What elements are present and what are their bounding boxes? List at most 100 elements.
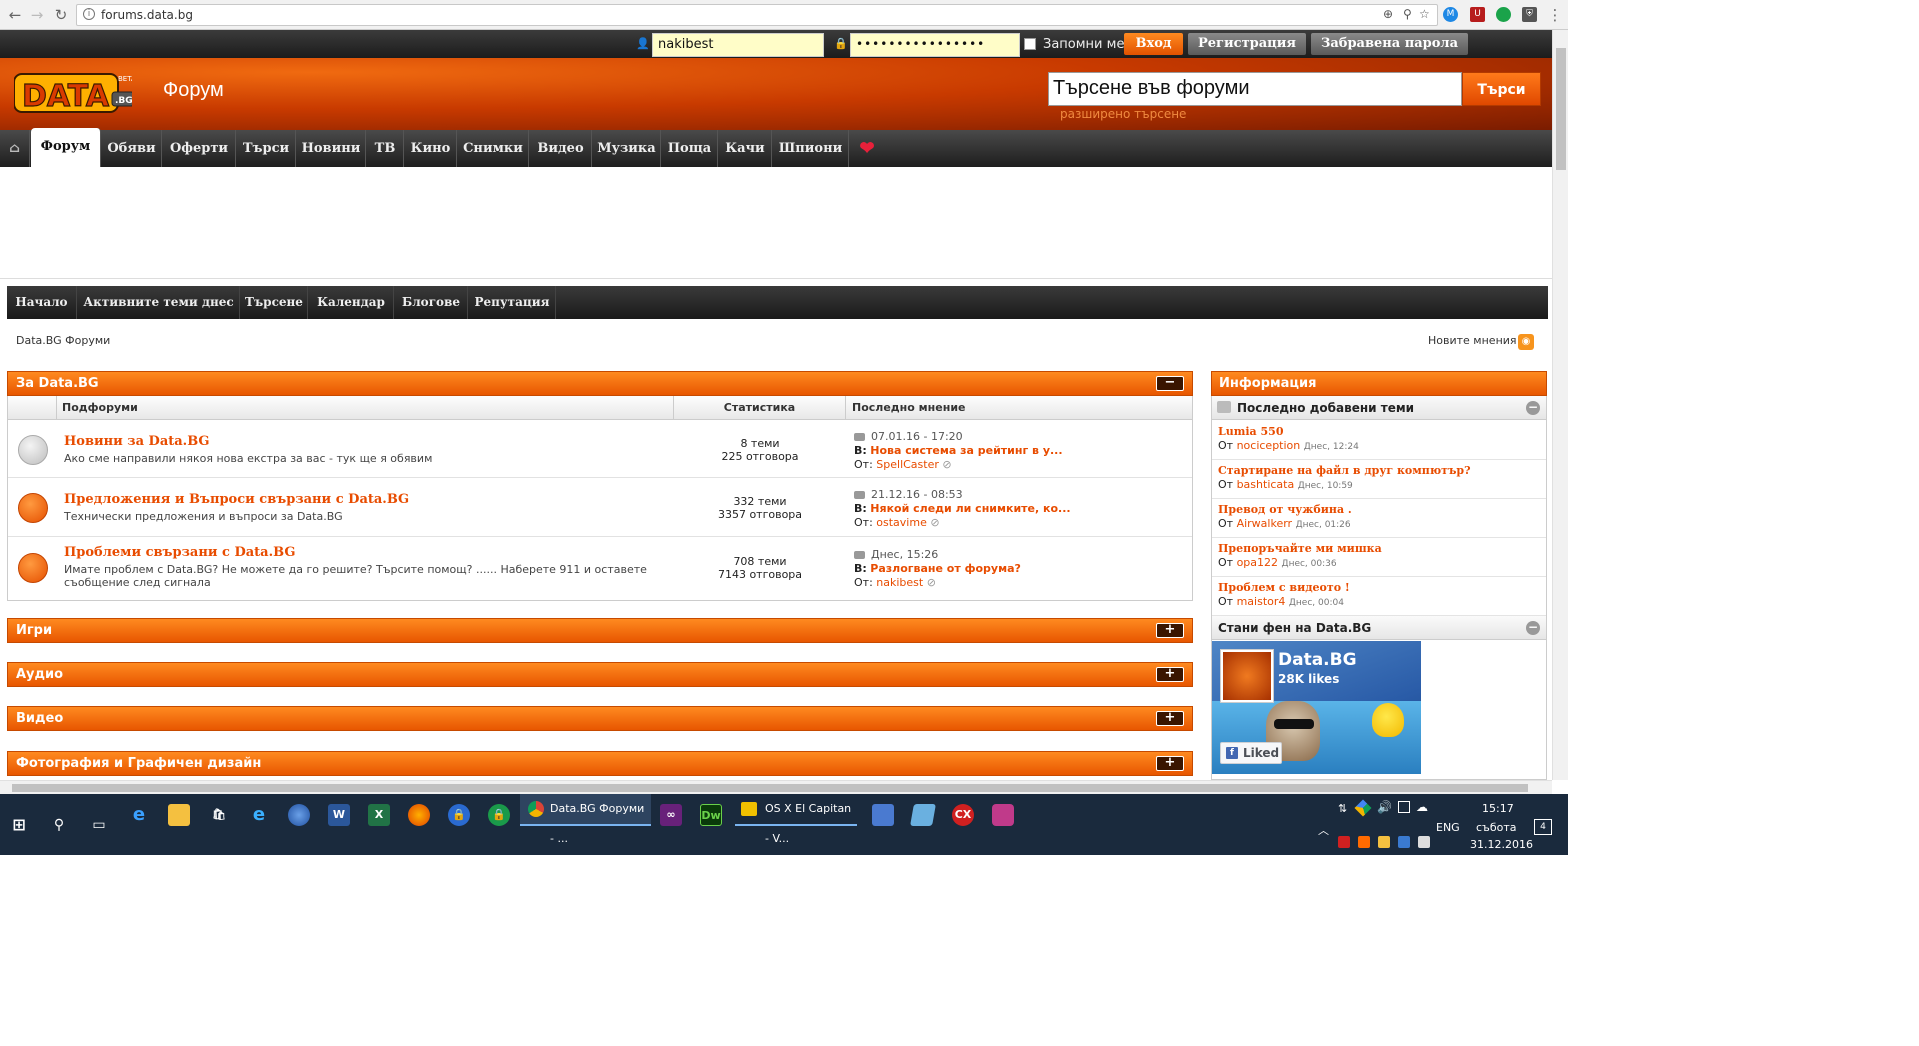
expand-icon[interactable]: +	[1156, 756, 1184, 771]
facebook-widget[interactable]: Data.BG 28K likes f Liked	[1212, 641, 1421, 774]
fb-page-name[interactable]: Data.BG	[1278, 651, 1357, 669]
task-view-icon[interactable]: ▭	[88, 814, 110, 836]
clock-day[interactable]: събота	[1476, 821, 1516, 834]
excel-icon[interactable]: X	[368, 804, 390, 826]
category-header-games[interactable]: Игри +	[7, 618, 1193, 643]
home-icon[interactable]: ⌂	[0, 130, 30, 167]
extension-m-icon[interactable]: M	[1443, 7, 1458, 22]
forum-title[interactable]: Новини за Data.BG	[64, 434, 210, 449]
expand-icon[interactable]: +	[1156, 667, 1184, 682]
category-header-about[interactable]: За Data.BG −	[7, 371, 1193, 396]
forward-icon[interactable]: →	[26, 4, 48, 26]
reload-icon[interactable]: ↻	[50, 4, 72, 26]
last-post-user[interactable]: ostavime	[876, 516, 927, 529]
heart-icon[interactable]: ❤	[850, 130, 884, 167]
latest-topic-user[interactable]: bashticata	[1237, 478, 1295, 491]
taskbar-vm-window[interactable]: OS X El Capitan - V...	[735, 794, 857, 845]
tray-bluetooth-icon[interactable]	[1398, 836, 1410, 848]
fb-liked-button[interactable]: f Liked	[1220, 742, 1282, 764]
latest-topic-title[interactable]: Превод от чужбина .	[1218, 503, 1352, 516]
expand-icon[interactable]: +	[1156, 711, 1184, 726]
bookmark-star-icon[interactable]: ☆	[1419, 7, 1430, 21]
search-icon[interactable]: ⚲	[48, 814, 70, 836]
last-post-user[interactable]: nakibest	[876, 576, 923, 589]
password-field[interactable]: ••••••••••••••••	[850, 33, 1020, 57]
go-to-post-icon[interactable]: ⊘	[930, 516, 939, 529]
last-post-title[interactable]: Нова система за рейтинг в у...	[870, 444, 1062, 457]
latest-topic-title[interactable]: Проблем с видеото !	[1218, 581, 1350, 594]
fan-header[interactable]: Стани фен на Data.BG − Data.BG 28K likes…	[1212, 616, 1546, 774]
location-icon[interactable]: ⚲	[1403, 7, 1412, 21]
nav-search[interactable]: Търси	[237, 130, 296, 167]
tray-folder-icon[interactable]	[1378, 836, 1390, 848]
forum-search-input[interactable]: Търсене във форуми	[1048, 72, 1462, 106]
advanced-search-link[interactable]: разширено търсене	[1060, 107, 1186, 121]
vpn-icon[interactable]: 🔒	[448, 804, 470, 826]
search-button[interactable]: Търси	[1462, 72, 1541, 106]
security-icon[interactable]: 🔒	[488, 804, 510, 826]
address-url[interactable]: forums.data.bg	[101, 8, 193, 22]
rss-icon[interactable]: ◉	[1518, 334, 1534, 350]
nav-cinema[interactable]: Кино	[405, 130, 457, 167]
login-button[interactable]: Вход	[1124, 33, 1183, 55]
dreamweaver-icon[interactable]: Dw	[700, 804, 722, 826]
file-explorer-icon[interactable]	[168, 804, 190, 826]
latest-topic-title[interactable]: Стартиране на файл в друг компютър?	[1218, 464, 1471, 477]
scrollbar-thumb[interactable]	[12, 784, 1528, 792]
subnav-blogs[interactable]: Блогове	[395, 286, 468, 319]
zoom-icon[interactable]: ⊕	[1383, 7, 1393, 21]
nav-upload[interactable]: Качи	[719, 130, 772, 167]
word-icon[interactable]: W	[328, 804, 350, 826]
expand-icon[interactable]: +	[1156, 623, 1184, 638]
vertical-scrollbar[interactable]	[1552, 30, 1568, 780]
forgot-password-button[interactable]: Забравена парола	[1311, 33, 1468, 55]
data-bg-logo[interactable]: DATA .BG BETA	[13, 70, 136, 116]
category-header-audio[interactable]: Аудио +	[7, 662, 1193, 687]
register-button[interactable]: Регистрация	[1188, 33, 1306, 55]
tray-volume-icon[interactable]: 🔊	[1377, 800, 1392, 814]
nav-ads[interactable]: Обяви	[102, 130, 162, 167]
nav-mail[interactable]: Поща	[662, 130, 718, 167]
back-icon[interactable]: ←	[4, 4, 26, 26]
latest-topic-user[interactable]: Airwalkerr	[1237, 517, 1293, 530]
tray-drive-icon[interactable]	[1354, 799, 1372, 817]
nav-video[interactable]: Видео	[530, 130, 592, 167]
tray-cloud-icon[interactable]: ☁	[1416, 800, 1428, 814]
category-header-photo-design[interactable]: Фотография и Графичен дизайн +	[7, 751, 1193, 776]
address-bar[interactable]: i forums.data.bg ⊕ ⚲ ☆	[76, 4, 1438, 26]
collapse-icon[interactable]: −	[1156, 376, 1184, 391]
subnav-calendar[interactable]: Календар	[309, 286, 394, 319]
clock-date[interactable]: 31.12.2016	[1470, 838, 1533, 851]
remember-checkbox[interactable]	[1024, 38, 1036, 50]
subnav-reputation[interactable]: Репутация	[469, 286, 556, 319]
menu-icon[interactable]: ⋮	[1544, 4, 1566, 26]
go-to-post-icon[interactable]: ⊘	[942, 458, 951, 471]
language-indicator[interactable]: ENG	[1436, 821, 1460, 834]
nav-news[interactable]: Новини	[297, 130, 366, 167]
collapse-icon[interactable]: −	[1526, 401, 1540, 415]
latest-topic-title[interactable]: Lumia 550	[1218, 425, 1283, 438]
go-to-post-icon[interactable]: ⊘	[927, 576, 936, 589]
latest-topics-header[interactable]: Последно добавени теми −	[1212, 396, 1546, 420]
tray-avast-icon[interactable]	[1358, 836, 1370, 848]
store-icon[interactable]: 🛍	[208, 804, 230, 826]
edge-icon[interactable]: e	[128, 804, 150, 826]
nav-offers[interactable]: Оферти	[163, 130, 236, 167]
windows-start-icon[interactable]: ⊞	[8, 814, 30, 836]
internet-explorer-icon[interactable]: e	[248, 804, 270, 826]
category-header-video[interactable]: Видео +	[7, 706, 1193, 731]
extension-shield-dark-icon[interactable]: ⛨	[1522, 7, 1537, 22]
globe-icon[interactable]	[288, 804, 310, 826]
collapse-icon[interactable]: −	[1526, 621, 1540, 635]
extension-shield-icon[interactable]: U	[1470, 7, 1485, 22]
tray-usb-icon[interactable]: ⇅	[1338, 802, 1347, 815]
nav-photos[interactable]: Снимки	[458, 130, 529, 167]
subnav-active-today[interactable]: Активните теми днес	[78, 286, 240, 319]
clock-time[interactable]: 15:17	[1482, 802, 1514, 815]
nav-music[interactable]: Музика	[593, 130, 661, 167]
subnav-home[interactable]: Начало	[7, 286, 77, 319]
username-field[interactable]: nakibest	[652, 33, 824, 57]
latest-topic-user[interactable]: nociception	[1237, 439, 1301, 452]
last-post-user[interactable]: SpellCaster	[876, 458, 939, 471]
scrollbar-thumb[interactable]	[1556, 48, 1566, 170]
